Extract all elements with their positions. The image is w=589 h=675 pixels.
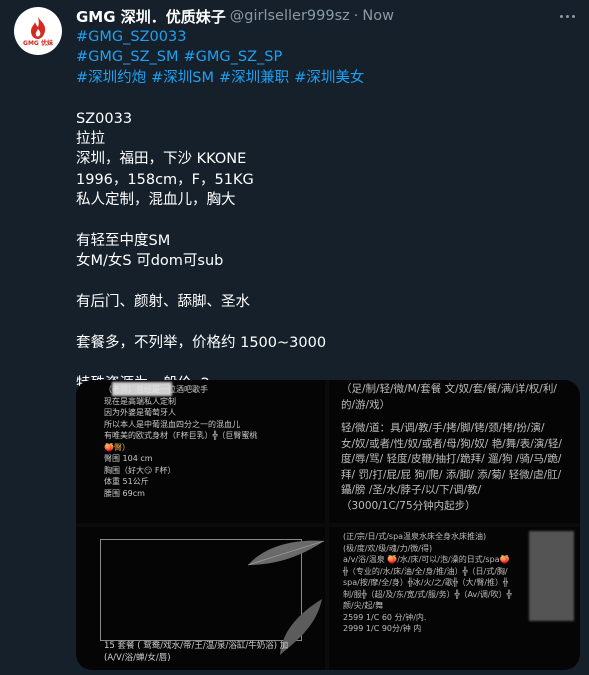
tweet-text: #GMG_SZ0033 #GMG_SZ_SM #GMG_SZ_SP #深圳约炮 #深… [76, 27, 576, 394]
image-2-text: （足/制/轻/微/M/套餐 文/奴/套/餐/满/详/权/利/ 的/游/戏） 轻/… [341, 383, 562, 512]
hashtag-link[interactable]: #深圳约炮 [76, 70, 146, 86]
hashtag-link[interactable]: #GMG_SZ_SM [76, 49, 178, 65]
avatar-logo-text: GMG 优妹 [23, 39, 53, 47]
profile-stats: 1996，158cm，F，51KG [76, 171, 254, 188]
feather-icon [247, 540, 325, 566]
hashtag-row: #GMG_SZ0033 [76, 27, 576, 47]
profile-code: SZ0033 [76, 110, 133, 127]
media-grid: （老师）曾经是一位酒吧歌手 现在是高端私人定制 因为外婆是葡萄牙人 所以本人是中… [76, 380, 580, 670]
user-handle[interactable]: @girlseller999sz [230, 8, 350, 24]
hashtag-link[interactable]: #深圳美女 [294, 70, 364, 86]
profile-features: 私人定制，混血儿，胸大 [76, 192, 236, 209]
tweet-card[interactable]: GMG 优妹 GMG 深圳．优质妹子 @girlseller999sz · No… [0, 0, 589, 675]
tweet-timestamp[interactable]: Now [362, 8, 394, 24]
display-name[interactable]: GMG 深圳．优质妹子 [76, 6, 226, 27]
sm-line-2: 女M/女S 可dom可sub [76, 253, 224, 270]
hashtag-row: #GMG_SZ_SM #GMG_SZ_SP [76, 47, 576, 67]
hashtag-link[interactable]: #深圳兼职 [219, 70, 289, 86]
tweet-header: GMG 深圳．优质妹子 @girlseller999sz · Now [76, 6, 549, 26]
profile-location: 深圳，福田，下沙 KKONE [76, 151, 247, 168]
flame-logo-icon [31, 16, 46, 39]
image-1-text: （老师）曾经是一位酒吧歌手 现在是高端私人定制 因为外婆是葡萄牙人 所以本人是中… [104, 385, 258, 498]
hashtag-link[interactable]: #深圳SM [151, 70, 214, 86]
image-3-text: 15 套餐 ( 鸳鸯/戏水/帝/王/温/泉/浴缸/牛奶浴) 加 (A/V/浴/蝉… [104, 641, 289, 663]
media-image-3[interactable]: 15 套餐 ( 鸳鸯/戏水/帝/王/温/泉/浴缸/牛奶浴) 加 (A/V/浴/蝉… [76, 527, 325, 670]
media-image-2[interactable]: （足/制/轻/微/M/套餐 文/奴/套/餐/满/详/权/利/ 的/游/戏） 轻/… [329, 380, 580, 523]
separator-dot: · [353, 8, 359, 24]
services-line: 有后门、颜射、舔脚、圣水 [76, 294, 250, 311]
more-options-icon[interactable] [557, 6, 577, 26]
profile-name: 拉拉 [76, 130, 105, 147]
media-image-4[interactable]: (正/宗/日/式/spa温泉水床全身水床推油) (极/度/欢/级/魂/力/微/得… [329, 527, 580, 670]
avatar[interactable]: GMG 优妹 [14, 7, 62, 55]
hashtag-row: #深圳约炮 #深圳SM #深圳兼职 #深圳美女 [76, 68, 576, 88]
sm-line-1: 有轻至中度SM [76, 232, 171, 249]
price-line: 套餐多，不列举，价格约 1500~3000 [76, 334, 327, 351]
media-image-1[interactable]: （老师）曾经是一位酒吧歌手 现在是高端私人定制 因为外婆是葡萄牙人 所以本人是中… [76, 380, 325, 523]
hashtag-link[interactable]: #GMG_SZ0033 [76, 29, 186, 45]
hashtag-link[interactable]: #GMG_SZ_SP [183, 49, 282, 65]
